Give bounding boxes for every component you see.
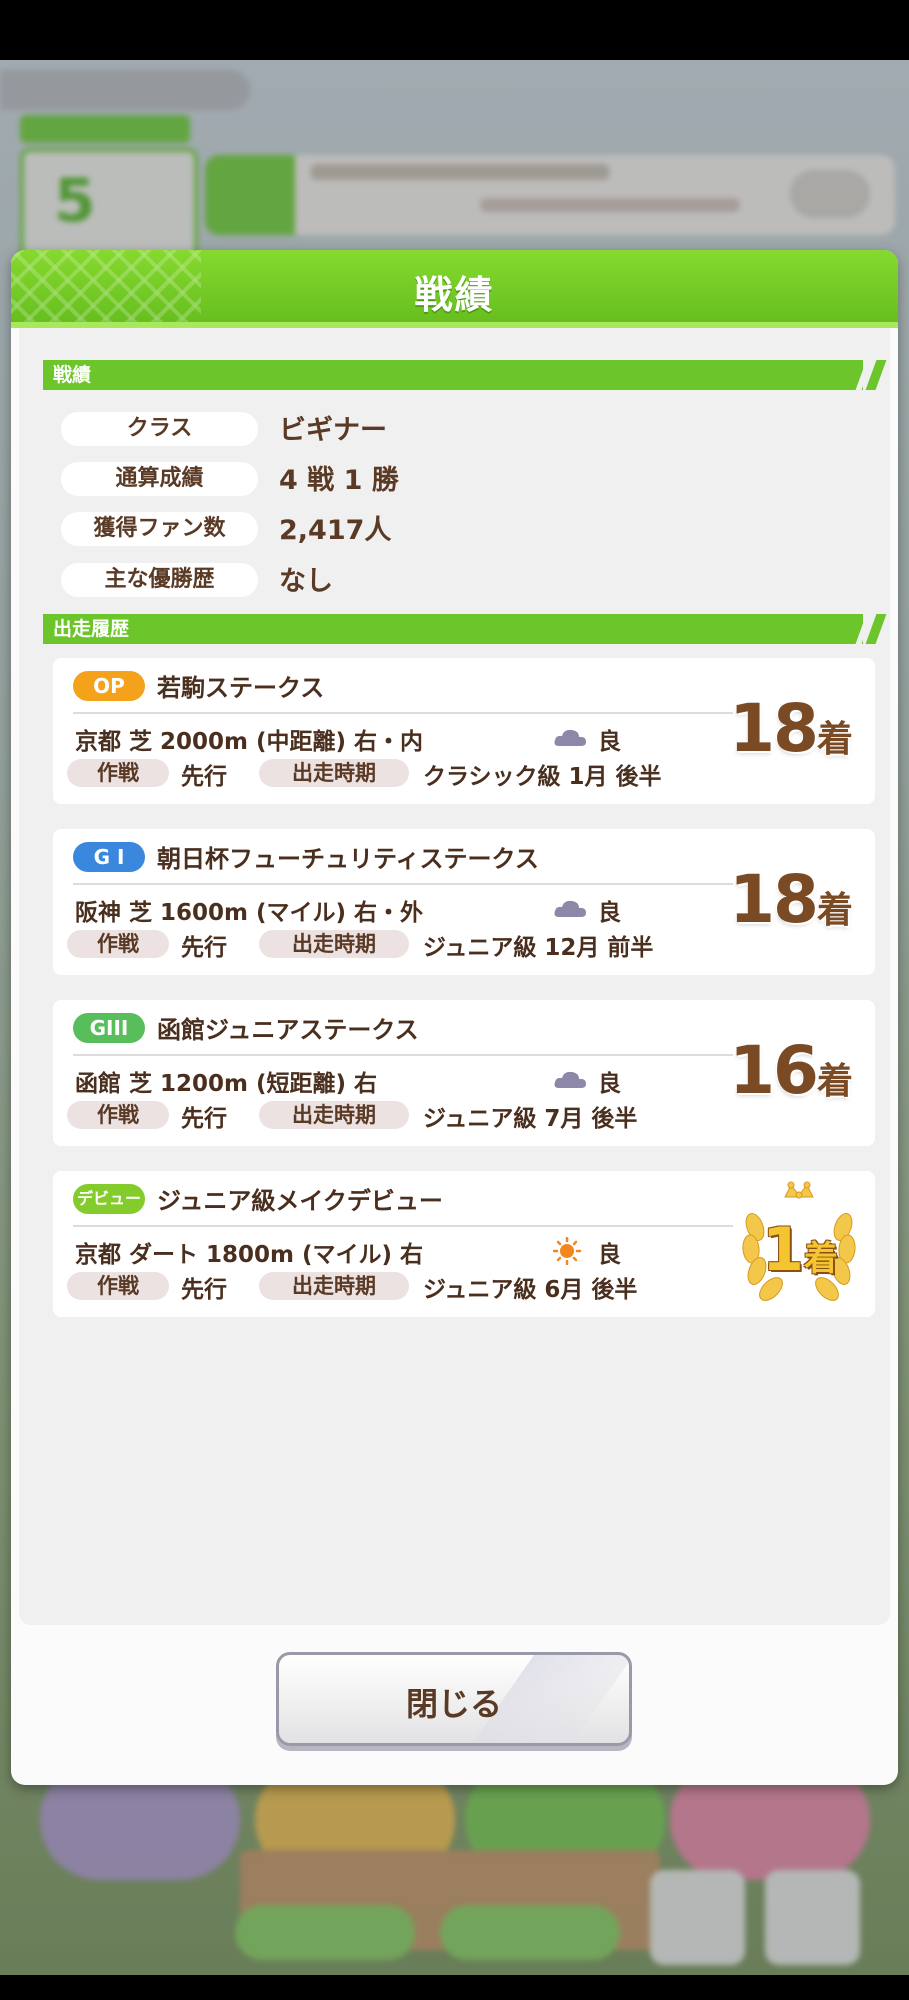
finish-position: 18着 — [729, 690, 853, 767]
race-name: 朝日杯フューチュリティステークス — [157, 845, 539, 873]
stat-label: 通算成績 — [61, 462, 258, 496]
track-condition: 良 — [598, 900, 621, 926]
race-card[interactable]: GIII 函館ジュニアステークス 函館 芝 1200m (短距離) 右 良 作戦… — [53, 1000, 875, 1146]
track-condition: 良 — [598, 1242, 621, 1268]
race-course: 京都 ダート 1800m (マイル) 右 — [75, 1242, 424, 1268]
dialog-header: 戦績 — [11, 250, 898, 328]
period-label: 出走時期 — [259, 759, 409, 787]
close-button-label: 閉じる — [405, 1685, 502, 1723]
finish-number: 16 — [729, 1032, 819, 1109]
track-condition: 良 — [598, 1071, 621, 1097]
period-label: 出走時期 — [259, 1101, 409, 1129]
finish-suffix: 着 — [816, 1061, 853, 1102]
track-condition: 良 — [598, 729, 621, 755]
grade-badge: G I — [73, 842, 145, 872]
grade-badge: デビュー — [73, 1184, 145, 1214]
divider — [73, 1054, 733, 1056]
tactic-value: 先行 — [181, 935, 227, 961]
finish-number: 18 — [729, 690, 819, 767]
divider — [73, 883, 733, 885]
sun-icon — [553, 1237, 582, 1265]
dialog-title: 戦績 — [414, 273, 495, 317]
stat-label: 主な優勝歴 — [61, 563, 258, 597]
tactic-value: 先行 — [181, 764, 227, 790]
navigation-bar — [0, 1975, 909, 2000]
tactic-label: 作戦 — [67, 1272, 169, 1300]
cloud-icon — [554, 1071, 586, 1088]
finish-position: 1着 — [755, 1215, 845, 1285]
tactic-value: 先行 — [181, 1277, 227, 1303]
section-record: 戦績 — [43, 360, 863, 390]
divider — [73, 712, 733, 714]
divider — [73, 1225, 733, 1227]
period-label: 出走時期 — [259, 1272, 409, 1300]
section-history: 出走履歴 — [43, 614, 863, 644]
first-place-laurel: 1着 — [737, 1177, 861, 1309]
finish-position: 18着 — [729, 861, 853, 938]
cloud-icon — [554, 729, 586, 746]
stat-label: クラス — [61, 412, 258, 446]
period-value: ジュニア級 6月 後半 — [423, 1277, 638, 1303]
dialog-body: 戦績 クラス ビギナー 通算成績 4 戦 1 勝 獲得ファン数 2,417人 主… — [19, 328, 890, 1625]
race-card[interactable]: デビュー ジュニア級メイクデビュー 京都 ダート 1800m (マイル) 右 良… — [53, 1171, 875, 1317]
race-course: 函館 芝 1200m (短距離) 右 — [75, 1071, 378, 1097]
tactic-label: 作戦 — [67, 930, 169, 958]
cloud-icon — [554, 900, 586, 917]
period-value: ジュニア級 7月 後半 — [423, 1106, 638, 1132]
finish-number: 18 — [729, 861, 819, 938]
stat-value: なし — [279, 566, 333, 597]
race-name: 函館ジュニアステークス — [157, 1016, 419, 1044]
period-value: ジュニア級 12月 前半 — [423, 935, 654, 961]
tactic-label: 作戦 — [67, 1101, 169, 1129]
period-value: クラシック級 1月 後半 — [423, 764, 662, 790]
race-name: ジュニア級メイクデビュー — [157, 1187, 443, 1215]
finish-number: 1 — [762, 1215, 804, 1285]
race-card[interactable]: G I 朝日杯フューチュリティステークス 阪神 芝 1600m (マイル) 右・… — [53, 829, 875, 975]
stat-value: 4 戦 1 勝 — [279, 465, 399, 496]
finish-position: 16着 — [729, 1032, 853, 1109]
status-bar — [0, 0, 909, 60]
finish-suffix: 着 — [803, 1239, 838, 1279]
race-card[interactable]: OP 若駒ステークス 京都 芝 2000m (中距離) 右・内 良 作戦 先行 … — [53, 658, 875, 804]
grade-badge: OP — [73, 671, 145, 701]
tactic-label: 作戦 — [67, 759, 169, 787]
race-name: 若駒ステークス — [157, 674, 325, 702]
stat-label: 獲得ファン数 — [61, 512, 258, 546]
race-course: 阪神 芝 1600m (マイル) 右・外 — [75, 900, 424, 926]
race-course: 京都 芝 2000m (中距離) 右・内 — [75, 729, 424, 755]
tactic-value: 先行 — [181, 1106, 227, 1132]
grade-badge: GIII — [73, 1013, 145, 1043]
period-label: 出走時期 — [259, 930, 409, 958]
finish-suffix: 着 — [816, 719, 853, 760]
stat-value: 2,417人 — [279, 515, 392, 546]
close-button[interactable]: 閉じる — [276, 1652, 632, 1746]
finish-suffix: 着 — [816, 890, 853, 931]
section-history-label: 出走履歴 — [53, 618, 130, 640]
stat-value: ビギナー — [279, 415, 387, 446]
section-record-label: 戦績 — [53, 364, 92, 386]
race-record-dialog: 戦績 戦績 クラス ビギナー 通算成績 4 戦 1 勝 獲得ファン数 2,417… — [11, 250, 898, 1785]
